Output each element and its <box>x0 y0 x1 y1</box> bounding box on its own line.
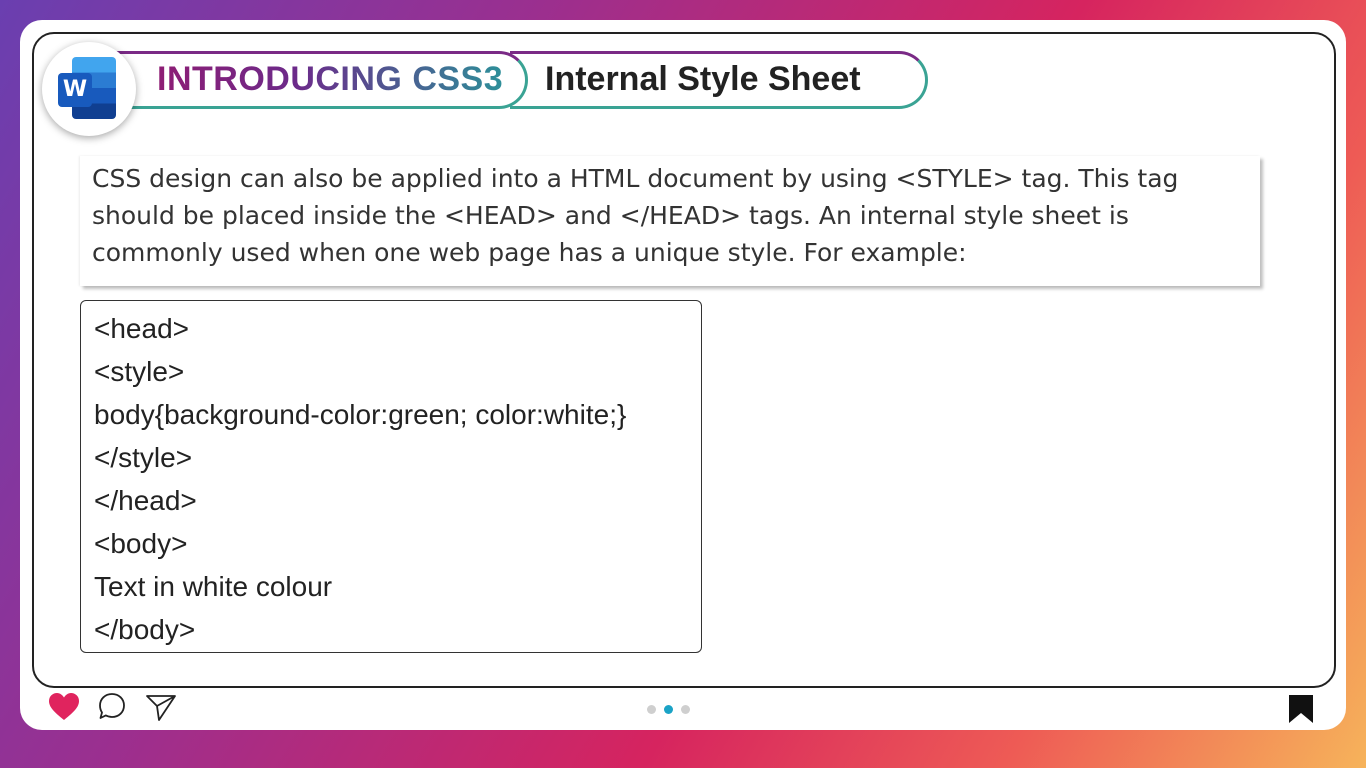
page-dot[interactable] <box>681 705 690 714</box>
app-avatar: W <box>42 42 136 136</box>
page-title: INTRODUCING CSS3 <box>157 60 504 98</box>
code-line: </style> <box>94 442 193 473</box>
code-line: Text in white colour <box>94 571 333 602</box>
code-line: body{background-color:green; color:white… <box>94 399 627 430</box>
description-box: CSS design can also be applied into a HT… <box>80 156 1260 286</box>
page-dot[interactable] <box>647 705 656 714</box>
bookmark-icon[interactable] <box>1288 694 1314 729</box>
code-line: <body> <box>94 528 188 559</box>
word-icon: W <box>58 57 120 121</box>
comment-icon[interactable] <box>98 692 126 727</box>
code-example-box: <head> <style> body{background-color:gre… <box>80 300 702 653</box>
send-icon[interactable] <box>145 692 177 727</box>
code-line: <head> <box>94 313 189 344</box>
page-dot-active[interactable] <box>664 705 673 714</box>
word-icon-letter: W <box>58 73 92 107</box>
description-text: CSS design can also be applied into a HT… <box>92 164 1179 267</box>
code-line: </body> <box>94 614 196 645</box>
pagination-dots <box>645 705 695 715</box>
heart-icon[interactable] <box>48 692 80 727</box>
code-line: <style> <box>94 356 185 387</box>
page-subtitle: Internal Style Sheet <box>545 60 861 98</box>
code-line: </head> <box>94 485 197 516</box>
post-card: W INTRODUCING CSS3 Internal Style Sheet … <box>20 20 1346 730</box>
